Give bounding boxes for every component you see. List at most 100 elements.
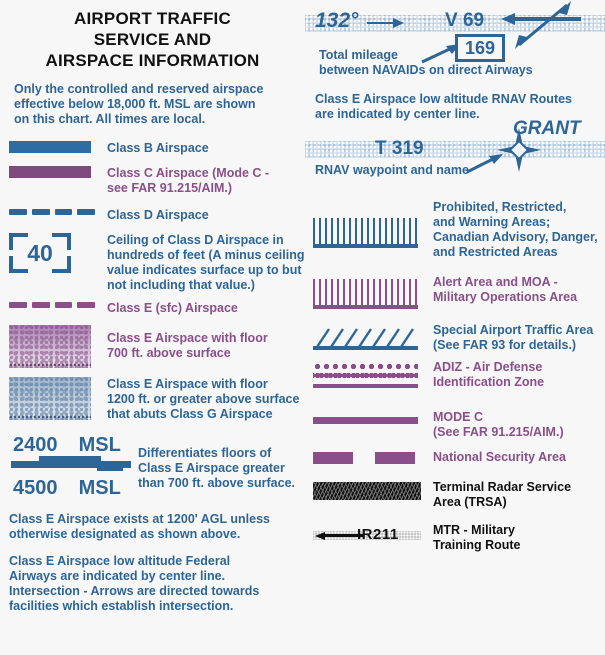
legend-label-line: Training Route (433, 538, 521, 552)
legend-label-line: and Warning Areas; (433, 215, 551, 229)
mileage-box: 169 (455, 34, 506, 62)
alert-moa-swatch (313, 275, 425, 309)
msl-lower: 4500 MSL (13, 477, 121, 500)
legend-label-line: see FAR 91.215/AIM.) (107, 181, 233, 195)
msl-upper: 2400 MSL (13, 434, 121, 457)
legend-label-line: Terminal Radar Service (433, 480, 572, 494)
purple-comb-hatch-icon (313, 279, 418, 309)
legend-row-alert-moa: Alert Area and MOA - Military Operations… (305, 275, 605, 309)
legend-label: Ceiling of Class D Airspace in hundreds … (101, 233, 304, 293)
class-d-swatch (9, 208, 101, 215)
legend-row-ceiling-value: 40 Ceiling of Class D Airspace in hundre… (0, 233, 305, 293)
airway-bearing: 132° (315, 9, 359, 32)
legend-label: MTR - Military Training Route (425, 522, 521, 553)
msl-floor-symbol: 2400 MSL 4500 MSL (9, 434, 134, 500)
rnav-route-diagram: T 319 (305, 128, 605, 172)
adiz-swatch (313, 360, 425, 388)
legend-label-line: Class E (sfc) Airspace (107, 301, 238, 315)
legend-label-line: value indicates surface up to but (107, 263, 302, 277)
rnav-waypoint-caption: RNAV waypoint and name (315, 163, 469, 177)
mode-c-swatch (313, 410, 425, 424)
page-title-line-1: AIRPORT TRAFFIC (74, 9, 231, 28)
legend-label-line: Class B Airspace (107, 141, 209, 155)
right-column: 132° V 69 Total mileage between NAVAIDs … (305, 0, 605, 655)
rnav-band (305, 141, 605, 158)
legend-label-line: Class E Airspace with floor (107, 377, 268, 391)
blue-comb-hatch-icon (313, 218, 418, 248)
legend-label-line: Canadian Advisory, Danger, (433, 230, 598, 244)
legend-label-line: Class E Airspace greater (138, 461, 285, 475)
legend-label-line: MODE C (433, 410, 483, 424)
legend-row-national-security-area: National Security Area (305, 448, 605, 465)
ceiling-value-swatch: 40 (9, 233, 101, 273)
rnav-leader-arrow-icon (466, 154, 503, 174)
legend-row-class-e-700: Class E Airspace with floor 700 ft. abov… (0, 325, 305, 368)
legend-label: ADIZ - Air Defense Identification Zone (425, 360, 544, 390)
mtr-arrow-route-icon: IR211 (313, 526, 421, 546)
legend-label-line: Special Airport Traffic Area (433, 323, 594, 337)
legend-label: Class D Airspace (101, 208, 209, 223)
chart-legend-page: AIRPORT TRAFFIC SERVICE AND AIRSPACE INF… (0, 0, 605, 655)
note-line: Class E Airspace low altitude Federal (9, 554, 231, 568)
legend-label: Prohibited, Restricted, and Warning Area… (425, 200, 598, 260)
legend-label: Terminal Radar Service Area (TRSA) (425, 478, 571, 510)
legend-row-prohibited-restricted: Prohibited, Restricted, and Warning Area… (305, 200, 605, 260)
legend-label: Class C Airspace (Mode C - see FAR 91.21… (101, 166, 269, 196)
black-textured-bar-icon (313, 482, 421, 500)
intersection-symbol-icon (501, 1, 581, 49)
legend-label-line: Class D Airspace (107, 208, 209, 222)
purple-gradient-band-icon (9, 325, 91, 368)
legend-label-line: Military Operations Area (433, 290, 578, 304)
legend-row-trsa: Terminal Radar Service Area (TRSA) (305, 478, 605, 510)
note-line: otherwise designated as shown above. (9, 527, 241, 541)
msl-band-step (97, 461, 123, 471)
msl-upper-unit: MSL (78, 434, 121, 456)
legend-label-line: (See FAR 93 for details.) (433, 338, 577, 352)
legend-label-line: ADIZ - Air Defense (433, 360, 543, 374)
legend-label-line: (See FAR 91.215/AIM.) (433, 425, 564, 439)
page-title-line-3: AIRSPACE INFORMATION (45, 51, 260, 70)
legend-row-adiz: ADIZ - Air Defense Identification Zone (305, 360, 605, 390)
legend-row-special-airport-traffic-area: Special Airport Traffic Area (See FAR 93… (305, 323, 605, 353)
legend-label-line: 1200 ft. or greater above surface (107, 392, 300, 406)
legend-label-line: Differentiates floors of (138, 446, 272, 460)
bracket-corners-icon: 40 (9, 233, 71, 273)
legend-label-line: 700 ft. above surface (107, 346, 231, 360)
note-line: Class E Airspace exists at 1200' AGL unl… (9, 512, 270, 526)
intro-text: Only the controlled and reserved airspac… (14, 82, 299, 127)
legend-label: National Security Area (425, 448, 566, 465)
legend-label: Alert Area and MOA - Military Operations… (425, 275, 577, 305)
legend-label-line: Prohibited, Restricted, (433, 200, 567, 214)
legend-row-class-b: Class B Airspace (0, 141, 305, 156)
legend-row-class-e-1200: Class E Airspace with floor 1200 ft. or … (0, 377, 305, 422)
class-e-700-swatch (9, 325, 101, 368)
legend-row-class-d: Class D Airspace (0, 208, 305, 223)
purple-dashes-pair-icon (313, 452, 418, 464)
legend-label: Class B Airspace (101, 141, 209, 156)
legend-label-line: Alert Area and MOA - (433, 275, 558, 289)
legend-row-class-e-sfc: Class E (sfc) Airspace (0, 301, 305, 316)
msl-lower-value: 4500 (13, 477, 58, 499)
mtr-route-id: IR211 (357, 526, 399, 543)
legend-label-line: Class C Airspace (Mode C - (107, 166, 270, 180)
class-e-1200-swatch (9, 377, 101, 420)
note-line: Intersection - Arrows are directed towar… (9, 584, 260, 598)
legend-label-line: hundreds of feet (A minus ceiling (107, 248, 305, 262)
legend-label: Class E Airspace with floor 700 ft. abov… (101, 325, 268, 361)
msl-lower-unit: MSL (78, 477, 121, 499)
left-column: AIRPORT TRAFFIC SERVICE AND AIRSPACE INF… (0, 0, 305, 655)
msl-upper-value: 2400 (13, 434, 58, 456)
msl-band-step (39, 456, 101, 463)
intro-line-2: effective below 18,000 ft. MSL are shown (14, 97, 256, 111)
airway-identifier: V 69 (445, 10, 485, 31)
note-line: Airways are indicated by center line. (9, 569, 226, 583)
legend-label-line: than 700 ft. above surface. (138, 476, 296, 490)
mtr-swatch: IR211 (313, 522, 425, 546)
solid-purple-bar-icon (9, 166, 91, 178)
legend-label-line: Class E Airspace with floor (107, 331, 268, 345)
class-b-swatch (9, 141, 101, 153)
legend-label: Special Airport Traffic Area (See FAR 93… (425, 323, 593, 353)
intro-line-3: on this chart. All times are local. (14, 112, 206, 126)
legend-row-mode-c: MODE C (See FAR 91.215/AIM.) (305, 410, 605, 440)
legend-label-line: Identification Zone (433, 375, 545, 389)
